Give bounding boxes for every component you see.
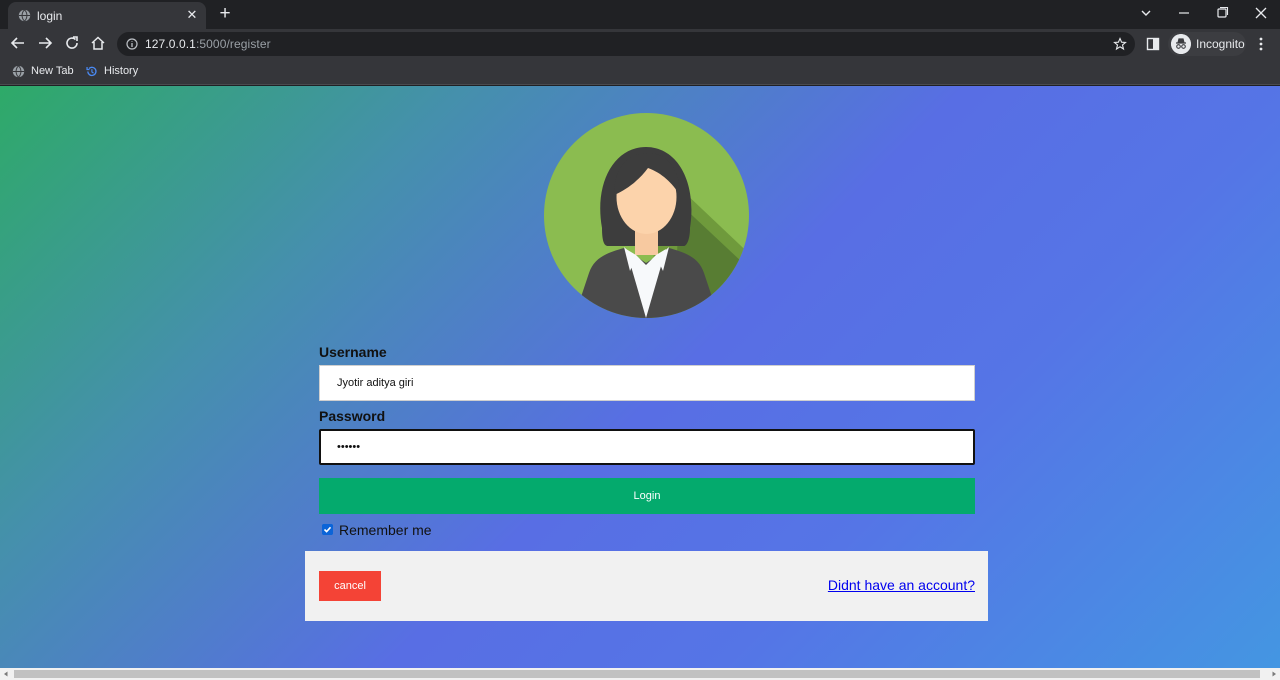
back-icon[interactable] xyxy=(9,34,27,52)
register-link[interactable]: Didnt have an account? xyxy=(828,577,975,593)
tab-title: login xyxy=(37,9,63,23)
browser-toolbar: 127.0.0.1:5000/register Incognito xyxy=(0,29,1280,58)
side-panel-icon[interactable] xyxy=(1146,37,1160,51)
incognito-label: Incognito xyxy=(1196,37,1245,51)
restore-icon[interactable] xyxy=(1211,4,1233,22)
url-text[interactable]: 127.0.0.1:5000/register xyxy=(145,37,271,51)
incognito-profile-button[interactable]: Incognito xyxy=(1168,32,1246,56)
globe-icon xyxy=(18,9,31,22)
remember-checkbox[interactable] xyxy=(322,524,333,535)
scrollbar-thumb[interactable] xyxy=(14,670,1260,678)
globe-icon xyxy=(12,65,25,78)
close-window-icon[interactable] xyxy=(1250,4,1272,22)
site-info-icon[interactable] xyxy=(126,38,138,50)
bookmark-new-tab[interactable]: New Tab xyxy=(12,63,74,80)
new-tab-button[interactable]: + xyxy=(216,4,234,23)
user-avatar-icon xyxy=(544,113,749,318)
bookmark-label: History xyxy=(104,65,139,77)
browser-tab[interactable]: login ✕ xyxy=(8,2,206,29)
more-menu-icon[interactable] xyxy=(1254,36,1268,52)
tab-close-icon[interactable]: ✕ xyxy=(184,7,200,23)
page-viewport: Username Jyotir aditya giri Password •••… xyxy=(0,86,1280,668)
forward-icon[interactable] xyxy=(36,34,54,52)
minimize-icon[interactable] xyxy=(1173,4,1195,22)
bookmark-star-icon[interactable] xyxy=(1113,37,1127,51)
bookmarks-bar: New Tab History xyxy=(0,58,1280,85)
horizontal-scrollbar[interactable] xyxy=(0,668,1280,680)
incognito-icon xyxy=(1171,34,1191,54)
bookmark-label: New Tab xyxy=(31,65,74,77)
browser-tabstrip: login ✕ + xyxy=(0,0,1280,29)
address-bar[interactable]: 127.0.0.1:5000/register xyxy=(117,32,1135,56)
login-button[interactable]: Login xyxy=(319,478,975,514)
password-label: Password xyxy=(319,408,386,424)
reload-icon[interactable] xyxy=(63,34,81,52)
username-label: Username xyxy=(319,344,387,360)
password-input[interactable]: •••••• xyxy=(319,429,975,465)
bookmark-history[interactable]: History xyxy=(85,63,139,80)
cancel-button[interactable]: cancel xyxy=(319,571,381,601)
scroll-right-icon[interactable] xyxy=(1271,671,1277,677)
form-footer: cancel Didnt have an account? xyxy=(305,551,988,621)
tab-search-icon[interactable] xyxy=(1135,4,1157,22)
scroll-left-icon[interactable] xyxy=(3,671,9,677)
remember-label: Remember me xyxy=(339,522,432,538)
username-input[interactable]: Jyotir aditya giri xyxy=(319,365,975,401)
history-icon xyxy=(86,66,97,77)
home-icon[interactable] xyxy=(89,34,107,52)
